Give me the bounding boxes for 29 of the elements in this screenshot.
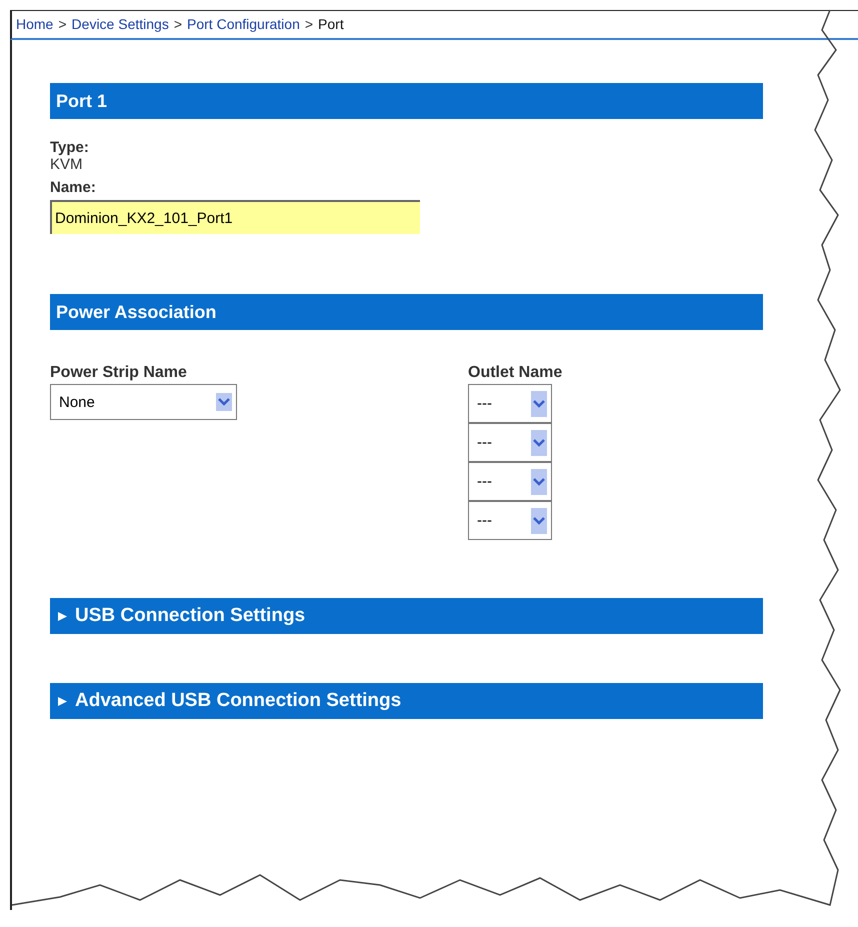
name-field[interactable]: Dominion_KX2_101_Port1 <box>50 200 420 234</box>
field-label: Type: <box>50 139 90 156</box>
breadcrumb-link[interactable]: Home <box>16 16 54 38</box>
field-label: Outlet Name <box>468 364 562 382</box>
breadcrumb-separator: > <box>58 16 67 34</box>
chevron-down-icon <box>531 430 547 456</box>
outlet-dropdown[interactable]: --- <box>468 384 552 423</box>
expand-triangle-icon <box>58 612 67 620</box>
outlet-dropdown[interactable]: --- <box>468 501 552 540</box>
breadcrumb-link[interactable]: Port Configuration <box>187 16 300 38</box>
chevron-down-icon <box>531 468 547 494</box>
breadcrumb-separator: > <box>304 16 314 34</box>
type-value: KVM <box>50 156 84 173</box>
chevron-down-icon <box>216 393 232 411</box>
breadcrumb-link[interactable]: Device Settings <box>72 16 169 38</box>
outlet-dropdown[interactable]: --- <box>468 462 552 501</box>
field-label: Name: <box>50 179 97 196</box>
section-header: Power Association <box>50 294 763 330</box>
breadcrumb-separator: > <box>174 16 182 34</box>
power-strip-dropdown[interactable]: None <box>50 384 237 420</box>
collapsible-section-header[interactable]: Advanced USB Connection Settings <box>50 683 763 719</box>
breadcrumb-current: Port <box>318 16 344 34</box>
chevron-down-icon <box>531 508 547 534</box>
section-header: Port 1 <box>50 83 763 119</box>
chevron-down-icon <box>531 390 547 416</box>
field-label: Power Strip Name <box>50 364 188 382</box>
expand-triangle-icon <box>58 696 67 706</box>
collapsible-section-header[interactable]: USB Connection Settings <box>50 598 763 634</box>
outlet-dropdown[interactable]: --- <box>468 423 552 462</box>
